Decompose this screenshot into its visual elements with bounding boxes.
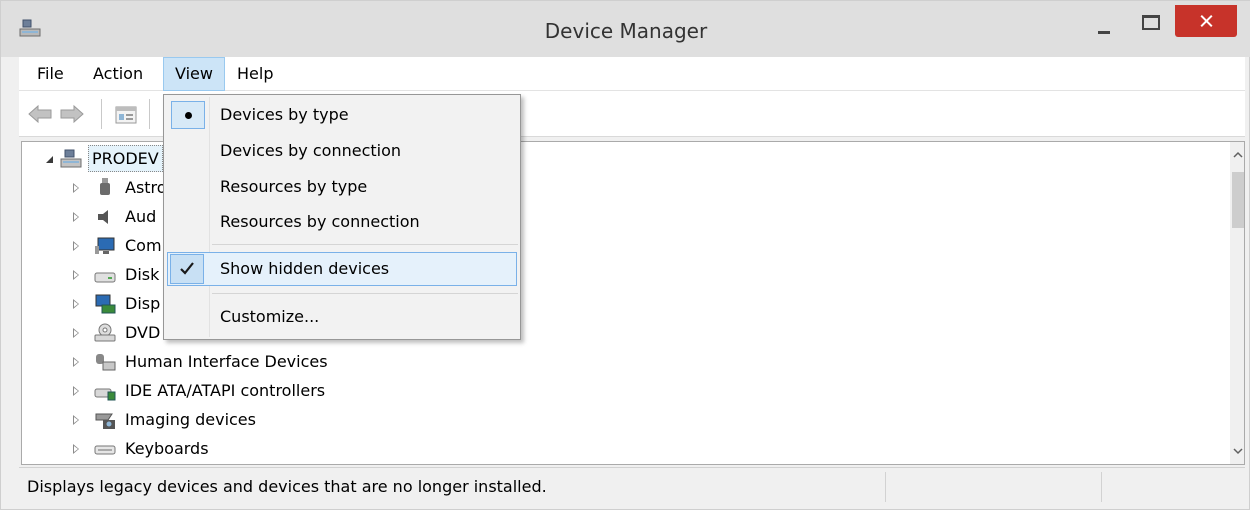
menu-separator [212, 293, 518, 294]
checked-indicator [170, 254, 204, 284]
usb-icon [100, 178, 110, 195]
menu-item-resources-by-type[interactable]: Resources by type [166, 170, 518, 204]
status-divider [1101, 472, 1102, 502]
menu-item-label: Resources by type [220, 177, 368, 196]
menu-item-devices-by-connection[interactable]: Devices by connection [166, 134, 518, 168]
menu-item-devices-by-type[interactable]: Devices by type [166, 98, 518, 132]
disk-drive-icon [94, 272, 116, 283]
menu-view[interactable]: View [163, 57, 225, 91]
window-title: Device Manager [544, 19, 708, 43]
status-bar: Displays legacy devices and devices that… [19, 467, 1245, 505]
menu-action[interactable]: Action [85, 57, 151, 91]
monitor-icon [95, 237, 115, 254]
forward-arrow-icon[interactable] [59, 104, 85, 124]
menu-item-customize[interactable]: Customize... [166, 300, 518, 334]
back-arrow-icon[interactable] [27, 104, 53, 124]
tree-item-label: Keyboards [125, 439, 209, 458]
view-menu-dropdown: Devices by type Devices by connection Re… [163, 94, 521, 340]
expand-arrow-icon[interactable] [73, 270, 79, 280]
expand-arrow-icon[interactable] [73, 241, 79, 251]
minimize-button[interactable] [1095, 5, 1113, 37]
tree-item-label: Disp [125, 294, 161, 313]
checkmark-icon [180, 262, 194, 275]
camera-icon [95, 413, 115, 429]
tree-item-label: Imaging devices [125, 410, 256, 429]
expand-arrow-icon[interactable] [73, 328, 79, 338]
menu-file[interactable]: File [29, 57, 72, 91]
properties-icon[interactable] [115, 105, 137, 125]
maximize-button[interactable] [1139, 5, 1161, 37]
tree-item[interactable]: IDE ATA/ATAPI controllers [22, 376, 422, 405]
display-adapter-icon [95, 294, 116, 314]
menu-item-label: Devices by type [220, 105, 349, 124]
computer-icon [60, 149, 82, 168]
dvd-drive-icon [94, 323, 116, 342]
device-manager-window: Device Manager File Action View Help PRO… [0, 0, 1250, 510]
menu-help[interactable]: Help [229, 57, 281, 91]
tree-root-label: PRODEV [88, 145, 163, 172]
expand-arrow-icon[interactable] [73, 415, 79, 425]
menu-separator [212, 244, 518, 245]
menu-item-resources-by-connection[interactable]: Resources by connection [166, 205, 518, 239]
menu-bar: File Action View Help [19, 57, 1245, 91]
tree-item[interactable]: Keyboards [22, 434, 422, 463]
expand-arrow-icon[interactable] [73, 299, 79, 309]
keyboard-icon [94, 445, 116, 455]
collapse-arrow-icon[interactable] [46, 156, 53, 163]
title-bar[interactable]: Device Manager [1, 1, 1250, 57]
tree-item-label: Astro [125, 178, 167, 197]
tree-item-label: Disk [125, 265, 160, 284]
scroll-down-arrow-icon[interactable] [1233, 446, 1243, 456]
toolbar-separator [101, 99, 102, 129]
tree-item-label: Aud [125, 207, 157, 226]
tree-item-label: Human Interface Devices [125, 352, 328, 371]
radio-selected-indicator [171, 101, 205, 129]
scroll-up-arrow-icon[interactable] [1233, 150, 1243, 160]
close-button[interactable] [1175, 5, 1237, 37]
menu-item-label: Devices by connection [220, 141, 402, 160]
menu-item-show-hidden-devices[interactable]: Show hidden devices [167, 252, 517, 286]
expand-arrow-icon[interactable] [73, 386, 79, 396]
menu-item-label: Resources by connection [220, 212, 420, 231]
scrollbar-thumb[interactable] [1232, 172, 1244, 228]
ide-controller-icon [94, 388, 116, 401]
menu-item-label: Customize... [220, 307, 320, 326]
expand-arrow-icon[interactable] [73, 212, 79, 222]
bullet-icon [185, 112, 192, 119]
expand-arrow-icon[interactable] [73, 444, 79, 454]
status-text: Displays legacy devices and devices that… [27, 477, 547, 496]
tree-item-label: Com [125, 236, 162, 255]
vertical-scrollbar[interactable] [1230, 142, 1244, 464]
tree-item[interactable]: Imaging devices [22, 405, 422, 434]
status-divider [885, 472, 886, 502]
hid-icon [96, 354, 116, 371]
tree-item-label: DVD [125, 323, 161, 342]
tree-item[interactable]: Human Interface Devices [22, 347, 422, 376]
menu-item-label: Show hidden devices [220, 259, 390, 278]
tree-item-label: IDE ATA/ATAPI controllers [125, 381, 326, 400]
expand-arrow-icon[interactable] [73, 183, 79, 193]
speaker-icon [98, 210, 108, 224]
toolbar-separator [149, 99, 150, 129]
expand-arrow-icon[interactable] [73, 357, 79, 367]
